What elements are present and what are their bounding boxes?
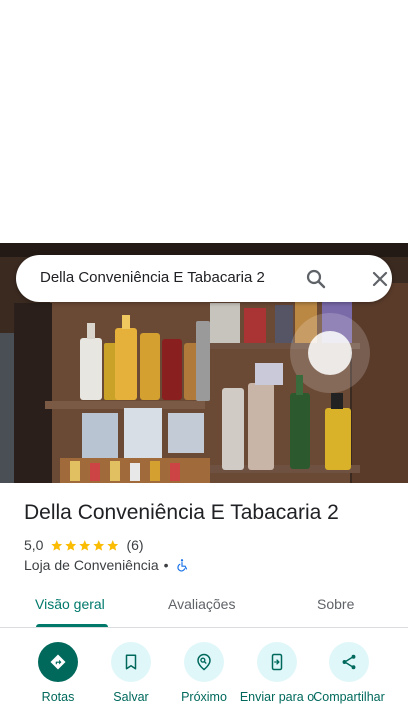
- send-to-phone-icon: [271, 653, 283, 671]
- category-row: Loja de Conveniência •: [24, 556, 189, 574]
- search-input[interactable]: Della Conveniência E Tabacaria 2: [40, 269, 265, 286]
- search-icon[interactable]: [304, 267, 328, 291]
- category-label: Loja de Conveniência: [24, 557, 159, 573]
- save-button[interactable]: Salvar: [91, 642, 171, 704]
- place-tabs: Visão geral Avaliações Sobre: [0, 584, 408, 628]
- nearby-button-circle: [184, 642, 224, 682]
- share-label: Compartilhar: [313, 690, 385, 704]
- share-button-circle: [329, 642, 369, 682]
- wheelchair-icon: [176, 559, 187, 572]
- save-label: Salvar: [113, 690, 149, 704]
- directions-icon: [50, 654, 66, 670]
- save-button-circle: [111, 642, 151, 682]
- star-icon: [79, 539, 91, 551]
- rating-row[interactable]: 5,0 (6): [24, 536, 144, 554]
- action-bar: Rotas Salvar Próximo Enviar para o Compa…: [0, 640, 408, 726]
- category-separator: •: [163, 557, 169, 573]
- star-icon: [51, 539, 63, 551]
- search-bar[interactable]: Della Conveniência E Tabacaria 2: [16, 255, 392, 302]
- bookmark-icon: [125, 654, 137, 670]
- nearby-icon: [197, 653, 211, 671]
- star-icon: [93, 539, 105, 551]
- share-button[interactable]: Compartilhar: [309, 642, 389, 704]
- nearby-button[interactable]: Próximo: [164, 642, 244, 704]
- directions-label: Rotas: [41, 690, 75, 704]
- rating-value: 5,0: [24, 537, 44, 553]
- send-to-phone-button-circle: [257, 642, 297, 682]
- tab-overview[interactable]: Visão geral: [35, 596, 105, 612]
- directions-button[interactable]: Rotas: [18, 642, 98, 704]
- star-icon: [65, 539, 77, 551]
- tab-reviews[interactable]: Avaliações: [168, 596, 235, 612]
- nearby-label: Próximo: [181, 690, 227, 704]
- tab-about[interactable]: Sobre: [317, 596, 354, 612]
- rating-stars: [50, 539, 120, 552]
- send-to-phone-button[interactable]: Enviar para o: [237, 642, 317, 704]
- star-icon: [107, 539, 119, 551]
- active-tab-indicator: [36, 624, 108, 627]
- share-icon: [342, 654, 356, 670]
- place-title: Della Conveniência E Tabacaria 2: [24, 501, 339, 524]
- directions-button-circle: [38, 642, 78, 682]
- send-to-phone-label: Enviar para o: [239, 690, 315, 704]
- close-icon[interactable]: [368, 267, 392, 291]
- review-count: (6): [126, 537, 144, 553]
- map-area[interactable]: [0, 0, 408, 243]
